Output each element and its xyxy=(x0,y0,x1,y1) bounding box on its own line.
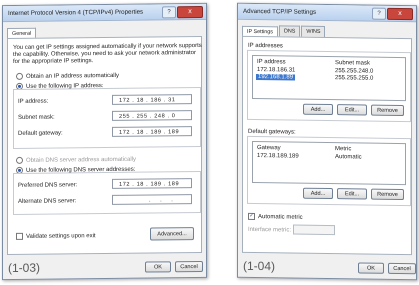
description-line-2: the capability. Otherwise, you need to a… xyxy=(13,50,196,58)
checkbox-checked-icon: ✓ xyxy=(248,212,255,220)
ip-cell-selected: 192.168.1.89 xyxy=(256,74,296,81)
automatic-metric-label: Automatic metric xyxy=(258,214,303,221)
ipv4-properties-dialog: Internet Protocol Version 4 (TCP/IPv4) P… xyxy=(2,2,207,281)
tab-strip: General xyxy=(7,27,37,40)
edit-ip-button[interactable]: Edit... xyxy=(337,104,367,116)
edit-gateway-button[interactable]: Edit... xyxy=(337,188,367,200)
radio-obtain-dns-label: Obtain DNS server address automatically xyxy=(26,156,137,164)
dialog-title: Advanced TCP/IP Settings xyxy=(243,7,317,16)
column-header-ip[interactable]: IP address xyxy=(257,59,286,65)
table-row[interactable]: 172.18.189.189 Automatic xyxy=(253,153,405,162)
ip-address-field[interactable]: 172 . 18 . 186 . 31 xyxy=(112,94,192,105)
table-row[interactable]: 192.168.1.89 255.255.255.0 xyxy=(253,74,405,83)
validate-label: Validate settings upon exit xyxy=(26,233,96,240)
column-header-mask[interactable]: Subnet mask xyxy=(335,60,370,66)
column-header-gateway[interactable]: Gateway xyxy=(257,145,281,151)
gateway-cell: 172.18.189.189 xyxy=(257,153,299,160)
default-gateway-field[interactable]: 172 . 18 . 189 . 189 xyxy=(112,126,192,137)
close-button[interactable]: x xyxy=(177,5,203,19)
description-line-3: for the appropriate IP settings. xyxy=(13,58,94,65)
radio-off-icon xyxy=(16,72,23,80)
ip-addresses-group-label: IP addresses xyxy=(248,42,283,50)
general-panel: You can get IP settings assigned automat… xyxy=(7,35,202,256)
close-button[interactable]: x xyxy=(387,7,413,21)
interface-metric-field[interactable] xyxy=(293,224,335,236)
figure-caption: (1-04) xyxy=(243,258,276,274)
figure-caption: (1-03) xyxy=(8,260,41,276)
dialog-title: Internet Protocol Version 4 (TCP/IPv4) P… xyxy=(8,8,144,18)
tab-wins[interactable]: WINS xyxy=(301,25,326,37)
help-button[interactable]: ? xyxy=(162,6,176,19)
add-gateway-button[interactable]: Add... xyxy=(303,187,333,200)
gateway-list[interactable]: Gateway Metric 172.18.189.189 Automatic xyxy=(252,140,406,186)
title-bar: Advanced TCP/IP Settings ? x xyxy=(238,3,416,23)
preferred-dns-field[interactable]: 172 . 18 . 189 . 189 xyxy=(112,178,192,189)
automatic-metric-checkbox[interactable]: ✓ Automatic metric xyxy=(248,212,303,221)
radio-obtain-dns[interactable]: Obtain DNS server address automatically xyxy=(16,156,136,164)
ok-button[interactable]: OK xyxy=(145,261,171,273)
default-gateway-label: Default gateway: xyxy=(18,130,63,137)
cancel-button[interactable]: Cancel xyxy=(175,260,203,273)
advanced-tcpip-dialog: Advanced TCP/IP Settings ? x IP Settings… xyxy=(237,2,417,281)
preferred-dns-label: Preferred DNS server: xyxy=(18,182,78,189)
add-ip-button[interactable]: Add... xyxy=(303,103,333,116)
remove-gateway-button[interactable]: Remove xyxy=(371,188,404,201)
radio-off-icon xyxy=(16,156,23,164)
ok-button[interactable]: OK xyxy=(358,262,384,274)
mask-cell: 255.255.255.0 xyxy=(335,75,374,82)
subnet-mask-field[interactable]: 255 . 255 . 248 . 0 xyxy=(112,110,192,121)
alternate-dns-label: Alternate DNS server: xyxy=(18,198,77,205)
column-header-metric[interactable]: Metric xyxy=(335,146,351,152)
alternate-dns-field[interactable]: . . . xyxy=(112,194,192,205)
ip-cell: 172.18.186.31 xyxy=(257,67,296,74)
help-button[interactable]: ? xyxy=(372,7,386,20)
advanced-button[interactable]: Advanced... xyxy=(150,227,194,241)
radio-obtain-ip-label: Obtain an IP address automatically xyxy=(26,72,119,80)
mask-cell: 255.255.248.0 xyxy=(335,68,374,75)
subnet-mask-label: Subnet mask: xyxy=(18,114,55,121)
validate-checkbox[interactable]: Validate settings upon exit xyxy=(16,232,96,240)
ip-address-label: IP address: xyxy=(18,98,49,105)
ip-settings-panel: IP addresses IP address Subnet mask 172.… xyxy=(242,35,412,256)
interface-metric-label: Interface metric: xyxy=(248,226,292,234)
radio-obtain-ip[interactable]: Obtain an IP address automatically xyxy=(16,72,119,80)
checkbox-unchecked-icon xyxy=(16,232,23,240)
remove-ip-button[interactable]: Remove xyxy=(371,104,404,117)
metric-cell: Automatic xyxy=(335,154,362,161)
cancel-button[interactable]: Cancel xyxy=(388,262,416,275)
title-bar: Internet Protocol Version 4 (TCP/IPv4) P… xyxy=(3,3,206,23)
tab-dns[interactable]: DNS xyxy=(278,25,301,37)
ip-address-list[interactable]: IP address Subnet mask 172.18.186.31 255… xyxy=(252,54,406,102)
gateways-group-label: Default gateways: xyxy=(248,128,296,136)
